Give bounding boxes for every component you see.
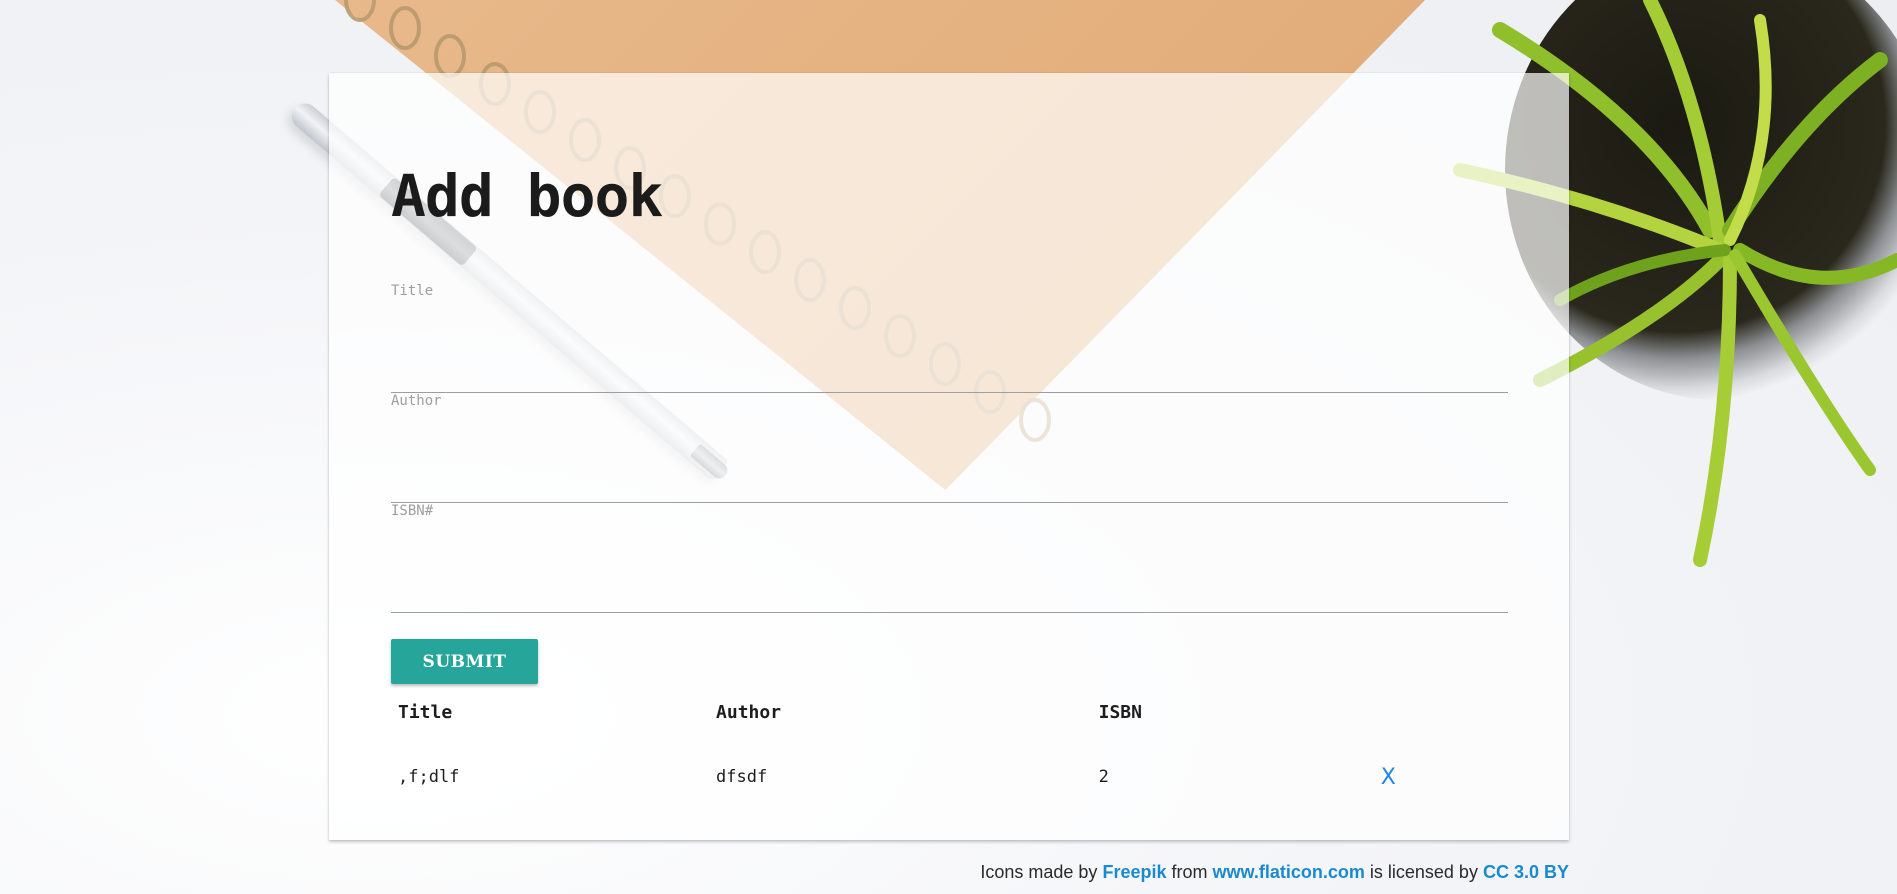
author-input[interactable] (391, 460, 1508, 503)
add-book-card: Add book Title Author ISBN# SUBMIT Title… (329, 73, 1569, 840)
column-header-title: Title (398, 701, 453, 723)
flaticon-link[interactable]: www.flaticon.com (1213, 862, 1365, 882)
column-header-author: Author (716, 701, 782, 723)
book-title-cell: ,f;dlf (398, 767, 460, 787)
book-author-cell: dfsdf (716, 767, 768, 787)
credit-text-3: is licensed by (1369, 862, 1478, 882)
table-row: ,f;dlf dfsdf 2 X (391, 740, 1507, 814)
author-field-label: Author (391, 393, 442, 409)
license-link[interactable]: CC 3.0 BY (1483, 862, 1569, 882)
title-input[interactable] (391, 350, 1508, 393)
delete-book-button[interactable]: X (1381, 765, 1396, 790)
book-isbn-cell: 2 (1098, 767, 1109, 787)
book-table: Title Author ISBN ,f;dlf dfsdf 2 X (391, 684, 1507, 814)
column-header-isbn: ISBN (1098, 701, 1142, 723)
freepik-link[interactable]: Freepik (1102, 862, 1166, 882)
icon-credit: Icons made by Freepik from www.flaticon.… (980, 862, 1569, 883)
isbn-field: ISBN# (391, 503, 1508, 613)
isbn-input[interactable] (391, 570, 1508, 613)
table-header-row: Title Author ISBN (391, 684, 1507, 740)
isbn-field-label: ISBN# (391, 503, 434, 519)
title-field-label: Title (391, 283, 434, 299)
column-header-actions (1374, 684, 1507, 740)
book-actions-cell: X (1374, 740, 1507, 814)
credit-text-2: from (1171, 862, 1208, 882)
author-field: Author (391, 393, 1508, 503)
title-field: Title (391, 283, 1508, 393)
page-title: Add book (391, 162, 663, 230)
credit-text-1: Icons made by (980, 862, 1098, 882)
submit-button[interactable]: SUBMIT (391, 639, 538, 684)
